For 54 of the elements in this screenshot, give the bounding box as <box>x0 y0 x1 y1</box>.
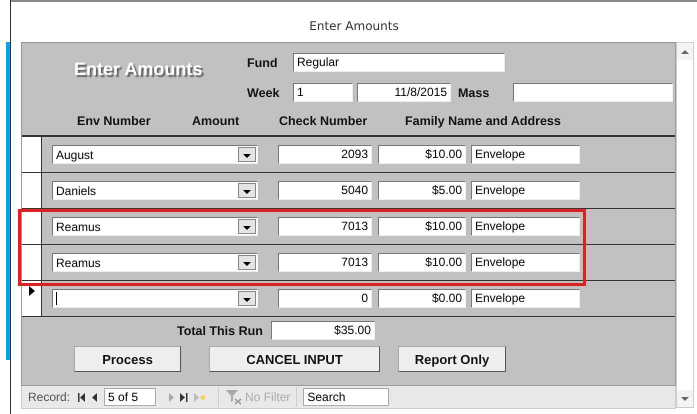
amount-field[interactable]: $5.00 <box>378 181 466 200</box>
form-button[interactable]: Process <box>74 346 181 372</box>
family-field[interactable]: Envelope <box>471 145 580 164</box>
name-combo-box[interactable]: Reamus <box>52 253 258 272</box>
amount-field[interactable]: $10.00 <box>378 253 466 272</box>
check-number-field[interactable]: 7013 <box>278 253 372 272</box>
record-selector[interactable] <box>22 281 42 316</box>
name-combo-box[interactable]: August <box>52 145 258 164</box>
amount-field[interactable]: $0.00 <box>378 289 466 308</box>
form-button[interactable]: Report Only <box>398 346 506 372</box>
search-field[interactable]: Search <box>303 388 390 406</box>
record-selector[interactable] <box>22 173 42 208</box>
amount-field[interactable]: $10.00 <box>378 145 466 164</box>
column-header: Amount <box>192 114 240 128</box>
scroll-up-icon[interactable] <box>677 43 693 60</box>
record-label: Record: <box>28 390 70 404</box>
check-number-field[interactable]: 7013 <box>278 217 372 236</box>
scroll-down-icon[interactable] <box>677 390 693 407</box>
total-label: Total This Run <box>177 324 263 338</box>
name-combo-box[interactable]: Reamus <box>52 217 258 236</box>
name-combo-box[interactable] <box>52 289 258 308</box>
date-field[interactable]: 11/8/2015 <box>357 83 451 102</box>
record-selector[interactable] <box>22 245 42 280</box>
record-selector[interactable] <box>22 209 42 244</box>
mass-field[interactable] <box>513 83 673 102</box>
fund-label: Fund <box>247 56 279 70</box>
family-field[interactable]: Envelope <box>471 217 580 236</box>
family-field[interactable]: Envelope <box>471 289 580 308</box>
column-header: Check Number <box>279 114 368 128</box>
name-combo-box[interactable]: Daniels <box>52 181 258 200</box>
first-record-icon[interactable] <box>78 392 86 402</box>
record-selector[interactable] <box>22 137 42 172</box>
family-field[interactable]: Envelope <box>471 253 580 272</box>
check-number-field[interactable]: 0 <box>278 289 372 308</box>
check-number-field[interactable]: 2093 <box>278 145 372 164</box>
form-button[interactable]: CANCEL INPUT <box>209 346 380 372</box>
family-field[interactable]: Envelope <box>471 181 580 200</box>
fund-field[interactable]: Regular <box>293 53 505 72</box>
record-position-field[interactable]: 5 of 5 <box>104 388 156 406</box>
filter-icon <box>225 389 244 405</box>
form-heading: Enter Amounts <box>73 58 204 81</box>
total-field: $35.00 <box>270 321 375 340</box>
current-record-icon <box>28 286 34 296</box>
week-field[interactable]: 1 <box>293 83 353 102</box>
amount-field[interactable]: $10.00 <box>378 217 466 236</box>
column-header: Env Number <box>77 114 151 128</box>
week-label: Week <box>247 86 280 100</box>
mass-label: Mass <box>458 86 490 100</box>
window-title: Enter Amounts <box>309 19 399 33</box>
vertical-scrollbar[interactable] <box>676 42 694 408</box>
previous-record-icon[interactable] <box>92 392 98 402</box>
column-header: Family Name and Address <box>405 114 561 128</box>
last-record-icon[interactable] <box>180 392 188 402</box>
check-number-field[interactable]: 5040 <box>278 181 372 200</box>
